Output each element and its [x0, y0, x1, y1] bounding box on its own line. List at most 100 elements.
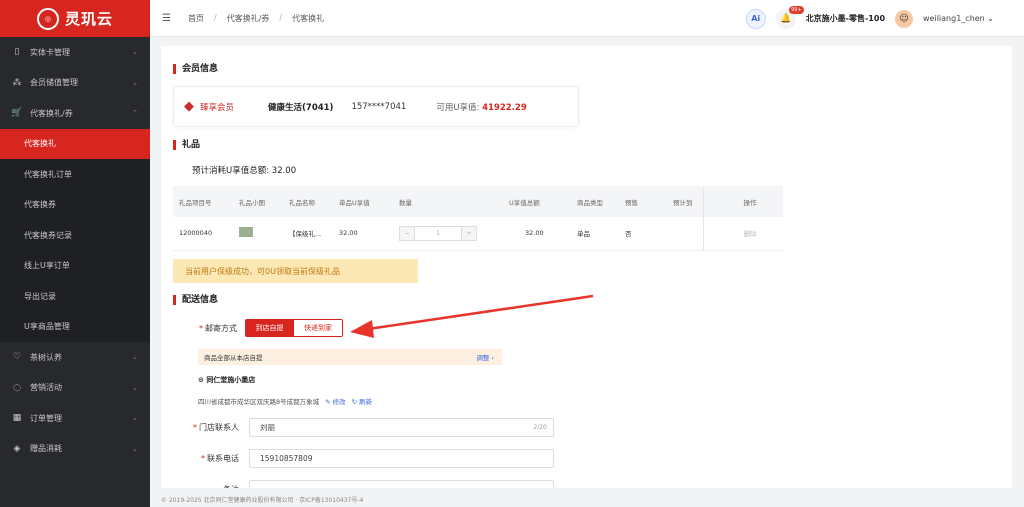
header-actions: Ai 🔔 99+ 北京施小墨-零售-100 ☺ weiliang1_chen ⌄ [745, 0, 994, 37]
username: weiliang1_chen [923, 14, 985, 23]
avatar[interactable]: ☺ [895, 9, 914, 28]
sidebar-item-label: 代客换礼/券 [30, 108, 73, 118]
pickup-option[interactable]: 到店自提 [245, 319, 294, 337]
notification-bell-icon[interactable]: 🔔 99+ [775, 5, 804, 29]
contact-label: * 门店联系人 [191, 422, 239, 433]
delete-button[interactable]: 删除 [702, 217, 783, 251]
col-header: 数量 [393, 186, 503, 217]
col-header: U享值总额 [503, 186, 571, 217]
sidebar: ◎ 灵玑云 ▯ 实体卡管理 ⌄ ⁂ 会员储值管理 ⌄ 🛒 代客换礼/券 ⌃ 代客换礼 代客换… [0, 0, 150, 507]
tel-label: * 联系电话 [191, 453, 239, 464]
ai-assistant-button[interactable]: Ai [745, 8, 766, 29]
sidebar-item-online-orders[interactable]: 线上U享订单 [0, 250, 150, 281]
col-header: 预售 [619, 186, 667, 217]
contact-row: * 门店联系人 刘丽 2/20 [191, 418, 554, 437]
level-tip: 当前用户保级成功，可0U领取当前保级礼品 [173, 259, 418, 283]
col-header: 礼品小图 [233, 186, 283, 217]
chevron-down-icon: ⌄ [132, 444, 138, 453]
mail-method-label: * 邮寄方式 [199, 323, 237, 334]
bulb-icon: ◌ [13, 382, 21, 393]
col-header: 礼品项目号 [173, 186, 233, 217]
plus-button[interactable]: + [462, 226, 476, 240]
sidebar-item-tea[interactable]: ♡ 茶树认养 ⌄ [0, 342, 150, 373]
sidebar-item-label: 实体卡管理 [30, 47, 70, 57]
col-header: 商品类型 [571, 186, 619, 217]
refresh-link[interactable]: ↻ 刷新 [352, 398, 373, 406]
grid-icon: ▦ [12, 413, 22, 424]
chevron-down-icon: ⌄ [132, 414, 138, 423]
gift-unit: 32.00 [333, 217, 393, 251]
top-header: ☰ 首页 / 代客换礼/券 / 代客换礼 Ai 🔔 99+ 北京施小墨-零售-100 … [150, 0, 1024, 37]
qty-cell: −1 + [393, 217, 503, 251]
sidebar-item-gift-exchange[interactable]: 代客换礼 [0, 128, 150, 159]
quantity-value[interactable]: 1 [414, 226, 462, 240]
quantity-stepper[interactable]: −1 + [399, 225, 477, 241]
minus-button[interactable]: − [400, 226, 414, 240]
col-header: 预计到 [667, 186, 703, 217]
address-text: 四川省成都市成华区双庆路8号成都万象城 [198, 398, 320, 406]
gift-name: 【保级礼... [283, 217, 333, 251]
tel-input[interactable]: 15910857809 [249, 449, 554, 468]
tel-label-text: 联系电话 [207, 454, 239, 463]
sidebar-item-exchange[interactable]: 🛒 代客换礼/券 ⌃ [0, 98, 150, 129]
gift-id: 12000040 [173, 217, 233, 251]
sidebar-item-label: 代客换礼订单 [24, 169, 72, 179]
chevron-down-icon: ⌄ [132, 383, 138, 392]
sidebar-item-marketing[interactable]: ◌ 营销活动 ⌄ [0, 373, 150, 404]
footer: © 2019-2025 北京同仁堂健康药业股份有限公司 · 京ICP备13010… [161, 497, 364, 504]
breadcrumb-home[interactable]: 首页 [188, 13, 204, 24]
heart-icon: ♡ [12, 352, 22, 363]
member-phone: 157****7041 [351, 101, 407, 112]
sidebar-item-orders[interactable]: ▦ 订单管理 ⌄ [0, 403, 150, 434]
sidebar-item-export[interactable]: 导出记录 [0, 281, 150, 312]
chevron-up-icon: ⌃ [132, 109, 138, 118]
sidebar-item-products[interactable]: U享商品管理 [0, 311, 150, 342]
gift-thumb-cell [233, 217, 283, 251]
table-row: 12000040 【保级礼... 32.00 −1 + 32.00 单品 否 删除 [173, 217, 783, 251]
chevron-down-icon: ⌄ [132, 353, 138, 362]
balance-value: 41922.29 [482, 102, 527, 113]
org-icon: ⁂ [12, 77, 22, 88]
gift-sum: 32.00 [503, 217, 571, 251]
logo-text: 灵玑云 [64, 10, 113, 28]
sidebar-menu: ▯ 实体卡管理 ⌄ ⁂ 会员储值管理 ⌄ 🛒 代客换礼/券 ⌃ 代客换礼 代客换礼订单 代客… [0, 37, 150, 464]
sidebar-item-gift-orders[interactable]: 代客换礼订单 [0, 159, 150, 190]
breadcrumb: 首页 / 代客换礼/券 / 代客换礼 [188, 13, 324, 24]
contact-label-text: 门店联系人 [199, 423, 239, 432]
sidebar-item-label: 赠品消耗 [30, 444, 62, 454]
sidebar-item-coupon-exchange[interactable]: 代客换券 [0, 189, 150, 220]
shop-name: ⊙ 同仁堂施小墨店 [198, 375, 255, 385]
contact-input[interactable]: 刘丽 2/20 [249, 418, 554, 437]
section-delivery: 配送信息 [173, 295, 218, 305]
book-icon: ▯ [14, 47, 20, 58]
gift-thumbnail[interactable] [239, 227, 253, 238]
mail-method-toggle: 到店自提 快递到家 [245, 319, 343, 337]
user-menu[interactable]: weiliang1_chen ⌄ [923, 14, 994, 23]
pickup-note: 商品全部从本店自提 调整 › [198, 349, 502, 365]
member-level: 臻享会员 [200, 102, 235, 113]
col-header: 礼品名称 [283, 186, 333, 217]
edit-link[interactable]: ✎ 修改 [325, 398, 346, 406]
breadcrumb-exchange[interactable]: 代客换礼/券 [227, 13, 270, 24]
sidebar-item-gifts[interactable]: ◈ 赠品消耗 ⌄ [0, 434, 150, 465]
sidebar-item-coupon-records[interactable]: 代客换券记录 [0, 220, 150, 251]
diamond-icon: ◆ [184, 99, 194, 114]
required-mark: * [193, 423, 197, 432]
breadcrumb-separator: / [214, 12, 217, 22]
brand-logo[interactable]: ◎ 灵玑云 [0, 0, 150, 37]
sidebar-item-label: 代客换礼 [24, 139, 56, 149]
sidebar-item-stored-value[interactable]: ⁂ 会员储值管理 ⌄ [0, 68, 150, 99]
contact-value: 刘丽 [260, 423, 275, 432]
sidebar-item-label: U享商品管理 [24, 322, 70, 332]
sidebar-item-card[interactable]: ▯ 实体卡管理 ⌄ [0, 37, 150, 68]
menu-fold-icon[interactable]: ☰ [162, 13, 172, 24]
section-member: 会员信息 [173, 64, 218, 74]
box-icon: ◈ [13, 443, 21, 454]
shop-name-text: 同仁堂施小墨店 [206, 376, 256, 384]
adjust-link[interactable]: 调整 › [476, 352, 494, 362]
section-gift: 礼品 [173, 140, 200, 150]
remark-input[interactable] [249, 480, 554, 488]
remark-label: 备注 [191, 484, 239, 488]
col-header: 操作 [702, 186, 783, 217]
express-option[interactable]: 快递到家 [294, 319, 343, 337]
